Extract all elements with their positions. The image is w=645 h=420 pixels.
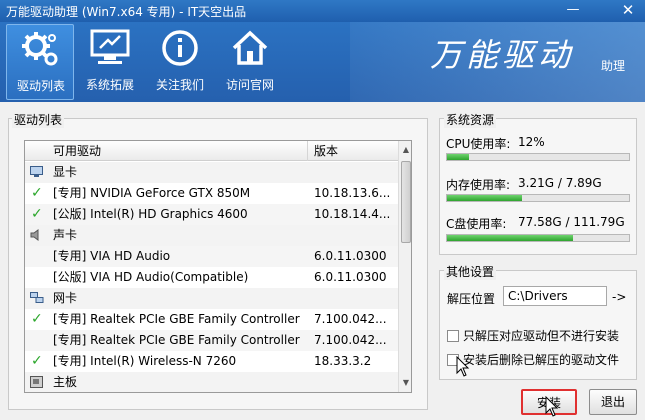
- scroll-thumb[interactable]: [401, 161, 411, 243]
- driver-row[interactable]: ✓ [专用] Realtek PCIe GBE Family Controller…: [25, 309, 398, 330]
- disk-usage-bar: [446, 234, 630, 242]
- driver-name: [专用] Realtek PCIe GBE Family Controller: [53, 312, 300, 326]
- column-header-version[interactable]: 版本: [309, 141, 398, 161]
- check-icon: ✓: [31, 185, 43, 201]
- category-row[interactable]: 网卡: [25, 288, 398, 309]
- driver-version: 7.100.042...: [314, 333, 387, 347]
- unzip-path-input[interactable]: C:\Drivers: [503, 286, 607, 306]
- brand-subtitle: 助理: [601, 59, 626, 73]
- check-icon: ✓: [31, 311, 43, 327]
- memory-usage-bar: [446, 194, 630, 202]
- check-icon: ✓: [31, 353, 43, 369]
- toolbar-follow-us-button[interactable]: 关注我们: [146, 24, 214, 100]
- driver-name: 声卡: [53, 228, 78, 242]
- driver-name: [专用] Intel(R) Wireless-N 7260: [53, 354, 237, 368]
- minimize-button[interactable]: —: [562, 2, 584, 19]
- toolbar-item-label: 访问官网: [225, 78, 274, 92]
- listview-header: 可用驱动 版本: [25, 141, 398, 161]
- category-row[interactable]: 主板: [25, 372, 398, 392]
- browse-button[interactable]: ->: [612, 290, 626, 304]
- scroll-up-arrow-icon[interactable]: ▲: [399, 143, 411, 157]
- disk-usage-value: 77.58G / 111.79G: [518, 215, 625, 229]
- delete-after-install-label: 安装后删除已解压的驱动文件: [463, 353, 620, 367]
- toolbar-item-label: 驱动列表: [16, 79, 65, 93]
- unzip-location-label: 解压位置: [447, 292, 496, 306]
- driver-version: 6.0.11.0300: [314, 249, 387, 263]
- driver-list-group-title: 驱动列表: [12, 111, 65, 128]
- driver-name: 主板: [53, 375, 78, 389]
- cpu-usage-value: 12%: [518, 135, 545, 149]
- exit-button[interactable]: 退出: [589, 389, 637, 415]
- driver-row[interactable]: ✓ [专用] Intel(R) Wireless-N 7260 18.33.3.2: [25, 351, 398, 372]
- toolbar-official-site-button[interactable]: 访问官网: [216, 24, 284, 100]
- mouse-cursor-icon: [545, 396, 559, 417]
- check-icon: ✓: [31, 206, 43, 222]
- driver-version: 18.33.3.2: [314, 354, 372, 368]
- unzip-only-label: 只解压对应驱动但不进行安装: [463, 329, 620, 343]
- disk-usage-label: C盘使用率:: [446, 217, 507, 231]
- driver-row[interactable]: ✓ [专用] NVIDIA GeForce GTX 850M 10.18.13.6.…: [25, 183, 398, 204]
- motherboard-icon: [30, 376, 43, 388]
- driver-version: 6.0.11.0300: [314, 270, 387, 284]
- memory-usage-bar-fill: [447, 195, 522, 201]
- gear-icon: [22, 32, 58, 66]
- monitor-icon: [90, 29, 130, 64]
- toolbar-driver-list-button[interactable]: 驱动列表: [6, 24, 74, 100]
- toolbar: 驱动列表 系统拓展 关注我们 访问官网 万能驱动 助理: [0, 22, 645, 102]
- driver-version: 10.18.13.6...: [314, 186, 391, 200]
- title-bar: 万能驱动助理 (Win7.x64 专用) - IT天空出品 — ✕: [0, 0, 645, 22]
- vertical-scrollbar[interactable]: ▲ ▼: [398, 141, 411, 392]
- close-button[interactable]: ✕: [617, 2, 639, 19]
- column-header-driver[interactable]: 可用驱动: [25, 141, 308, 161]
- driver-row[interactable]: [专用] VIA HD Audio 6.0.11.0300: [25, 246, 398, 267]
- driver-version: 7.100.042...: [314, 312, 387, 326]
- mouse-cursor-icon: [456, 356, 470, 377]
- toolbar-system-extension-button[interactable]: 系统拓展: [76, 24, 144, 100]
- driver-version: 10.18.14.4...: [314, 207, 391, 221]
- unzip-only-checkbox[interactable]: [447, 330, 459, 342]
- driver-name: [公版] Intel(R) HD Graphics 4600: [53, 207, 248, 221]
- display-card-icon: [30, 166, 43, 177]
- disk-usage-bar-fill: [447, 235, 573, 241]
- driver-name: 网卡: [53, 291, 78, 305]
- toolbar-item-label: 系统拓展: [85, 78, 134, 92]
- driver-row[interactable]: ✓ [公版] Intel(R) HD Graphics 4600 10.18.14.…: [25, 204, 398, 225]
- driver-name: 显卡: [53, 165, 78, 179]
- network-icon: [30, 292, 44, 303]
- home-icon: [232, 30, 268, 65]
- info-icon: [162, 30, 198, 66]
- driver-name: [公版] VIA HD Audio(Compatible): [53, 270, 249, 284]
- memory-usage-value: 3.21G / 7.89G: [518, 176, 602, 190]
- scroll-down-arrow-icon[interactable]: ▼: [399, 376, 411, 390]
- unzip-only-option[interactable]: 只解压对应驱动但不进行安装: [447, 327, 619, 344]
- brand-title: 万能驱动: [430, 36, 575, 74]
- driver-row[interactable]: [专用] Realtek PCIe GBE Family Controller 7…: [25, 330, 398, 351]
- category-row[interactable]: 显卡: [25, 162, 398, 183]
- driver-row[interactable]: [公版] VIA HD Audio(Compatible) 6.0.11.0300: [25, 267, 398, 288]
- speaker-icon: [30, 229, 39, 241]
- other-settings-group-title: 其他设置: [444, 263, 497, 280]
- toolbar-item-label: 关注我们: [155, 78, 204, 92]
- cpu-usage-bar-fill: [447, 154, 469, 160]
- driver-listview[interactable]: 可用驱动 版本 显卡 ✓ [专用] NVIDIA GeForce GTX 850M 1…: [24, 140, 412, 393]
- window-title: 万能驱动助理 (Win7.x64 专用) - IT天空出品: [6, 5, 247, 19]
- cpu-usage-label: CPU使用率:: [446, 137, 511, 151]
- cpu-usage-bar: [446, 153, 630, 161]
- category-row[interactable]: 声卡: [25, 225, 398, 246]
- driver-name: [专用] Realtek PCIe GBE Family Controller: [53, 333, 300, 347]
- delete-after-install-option[interactable]: 安装后删除已解压的驱动文件: [447, 351, 619, 368]
- listview-rows: 显卡 ✓ [专用] NVIDIA GeForce GTX 850M 10.18.13.…: [25, 162, 398, 392]
- driver-name: [专用] VIA HD Audio: [53, 249, 171, 263]
- memory-usage-label: 内存使用率:: [446, 178, 511, 192]
- system-resources-group-title: 系统资源: [444, 111, 497, 128]
- driver-name: [专用] NVIDIA GeForce GTX 850M: [53, 186, 251, 200]
